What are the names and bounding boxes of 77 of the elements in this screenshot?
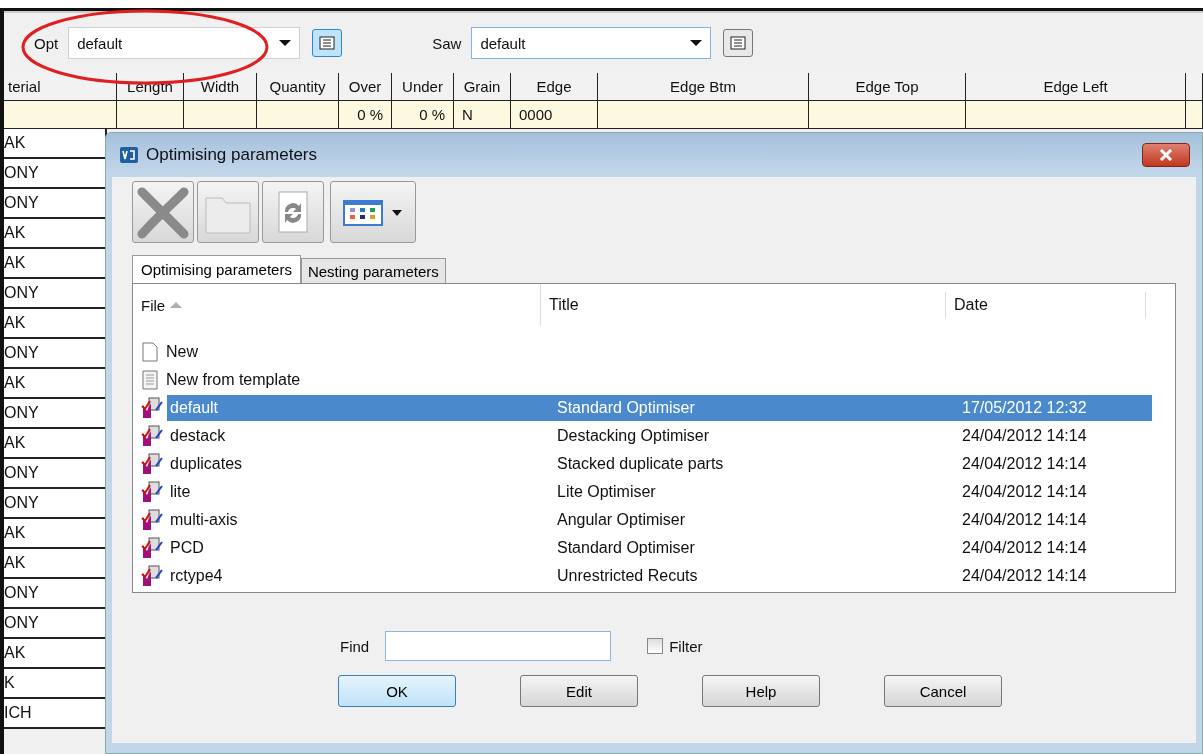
file-list-item[interactable]: duplicates — [167, 451, 549, 477]
table-cell-text: 24/04/2012 14:14 — [961, 538, 1088, 558]
chart-document-icon — [141, 453, 163, 475]
table-cell-text: Angular Optimiser — [556, 510, 687, 530]
chart-document-icon — [141, 565, 163, 587]
chart-document-icon — [141, 509, 163, 531]
column-header[interactable]: Edge Left — [966, 73, 1186, 101]
table-cell: 0 % — [392, 101, 454, 129]
column-header[interactable]: Date — [946, 292, 1146, 318]
file-list-item[interactable]: New from template — [163, 367, 549, 393]
table-cell-text: 24/04/2012 14:14 — [961, 426, 1088, 446]
filter-label: Filter — [669, 637, 703, 655]
file-list-item[interactable]: lite — [167, 479, 549, 505]
column-header[interactable]: Edge — [511, 73, 598, 101]
table-cell-text: 24/04/2012 14:14 — [961, 482, 1088, 502]
list-icon-button[interactable] — [312, 29, 343, 57]
dialog-button[interactable]: OK — [338, 675, 456, 707]
file-list-item[interactable]: destack — [167, 423, 549, 449]
chart-document-icon — [141, 397, 163, 419]
table-cell-text: 24/04/2012 14:14 — [961, 510, 1088, 530]
table-cell-text: Standard Optimiser — [556, 538, 696, 558]
list-icon — [730, 36, 747, 50]
dialog-title: Optimising parameters — [146, 145, 317, 165]
table-cell: 0 % — [339, 101, 392, 129]
app-icon — [120, 147, 138, 163]
file-list-item[interactable]: multi-axis — [167, 507, 549, 533]
list-icon — [319, 36, 336, 50]
file-list-item[interactable]: rctype4 — [167, 563, 549, 589]
chart-document-icon — [141, 481, 163, 503]
close-icon — [1158, 149, 1174, 161]
column-header[interactable]: Under — [392, 73, 454, 101]
tab[interactable]: Optimising parameters — [132, 255, 301, 283]
table-cell — [117, 101, 184, 129]
table-cell-text: Lite Optimiser — [556, 482, 657, 502]
opt-dropdown[interactable]: default — [68, 27, 301, 59]
delete-button[interactable] — [132, 181, 194, 243]
saw-dropdown[interactable]: default — [471, 27, 712, 59]
table-cell-text: Unrestricted Recuts — [556, 566, 699, 586]
document-icon — [141, 370, 159, 390]
dialog-button[interactable]: Cancel — [884, 675, 1002, 707]
column-header[interactable]: Quantity — [257, 73, 339, 101]
table-cell: 0000 — [511, 101, 598, 129]
refresh-button[interactable] — [262, 181, 324, 243]
column-header[interactable]: Edge Btm — [598, 73, 809, 101]
chart-document-icon — [141, 537, 163, 559]
column-header[interactable]: Over — [339, 73, 392, 101]
table-cell: 17/05/2012 12:32 — [954, 395, 1152, 421]
table-cell-text: Destacking Optimiser — [556, 426, 711, 446]
column-header[interactable]: Title — [541, 292, 946, 318]
filter-checkbox[interactable] — [647, 638, 664, 654]
saw-label: Saw — [432, 34, 462, 52]
find-label: Find — [340, 637, 370, 655]
close-button[interactable] — [1142, 143, 1190, 167]
table-cell: Standard Optimiser — [549, 395, 954, 421]
file-list-item[interactable]: PCD — [167, 535, 549, 561]
table-cell-text: 24/04/2012 14:14 — [961, 566, 1088, 586]
column-header[interactable]: Width — [184, 73, 257, 101]
blank-page-icon — [141, 342, 159, 362]
table-cell — [1186, 101, 1203, 129]
column-header[interactable]: terial — [4, 73, 117, 101]
list-icon-button[interactable] — [723, 29, 754, 57]
file-list-item[interactable]: New — [163, 339, 549, 365]
dialog-button[interactable]: Help — [702, 675, 820, 707]
view-menu-button[interactable] — [330, 181, 416, 243]
dialog-button[interactable]: Edit — [520, 675, 638, 707]
find-field[interactable] — [385, 631, 612, 661]
table-cell-text: 24/04/2012 14:14 — [961, 454, 1088, 474]
column-header[interactable]: File — [133, 284, 541, 326]
tab[interactable]: Nesting parameters — [300, 258, 446, 283]
opt-label: Opt — [34, 34, 59, 52]
table-cell: N — [454, 101, 511, 129]
open-folder-button[interactable] — [197, 181, 259, 243]
column-header[interactable]: Grain — [454, 73, 511, 101]
table-cell-text: Stacked duplicate parts — [556, 454, 725, 474]
column-header[interactable]: Edge Top — [809, 73, 966, 101]
chart-document-icon — [141, 425, 163, 447]
file-list-item[interactable]: default — [167, 395, 549, 421]
